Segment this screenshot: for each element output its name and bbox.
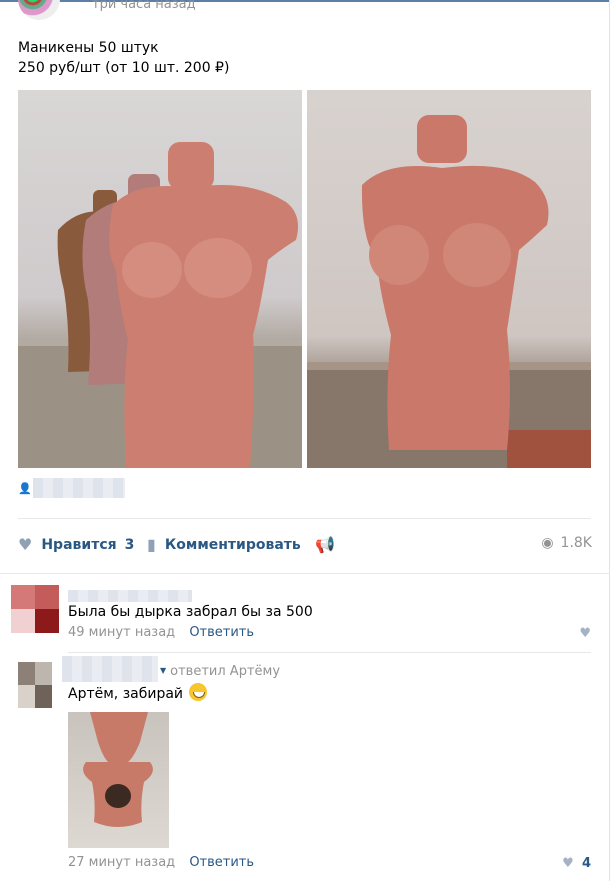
author-name-blurred[interactable] xyxy=(33,478,125,498)
comment-1-reply-button[interactable]: Ответить xyxy=(189,625,254,640)
comment-2-avatar[interactable] xyxy=(18,662,52,708)
like-count: 3 xyxy=(124,536,135,553)
post-text-line-2: 250 руб/шт (от 10 шт. 200 ₽) xyxy=(18,60,230,76)
comment-1-meta: 49 минут назад Ответить xyxy=(68,625,254,640)
heart-icon: ♥ xyxy=(18,535,33,554)
comment-2-text-body: Артём, забирай xyxy=(68,686,184,702)
comment-2-replied-to-label[interactable]: ответил Артёму xyxy=(170,664,280,679)
comment-button[interactable]: ▮ Комментировать xyxy=(147,535,301,554)
group-avatar[interactable] xyxy=(18,0,60,20)
comment-2-like-button[interactable]: ♥ 4 xyxy=(562,856,591,871)
views-counter: ◉ 1.8K xyxy=(541,535,592,551)
like-button[interactable]: ♥ Нравится 3 xyxy=(18,535,134,554)
comment-2-reply-button[interactable]: Ответить xyxy=(189,855,254,870)
post-photo-1[interactable] xyxy=(18,90,302,468)
post-divider xyxy=(18,518,591,519)
comment-2-like-count: 4 xyxy=(581,856,591,871)
comment-2-photo[interactable] xyxy=(68,712,169,848)
person-icon: 👤 xyxy=(18,482,32,495)
views-count: 1.8K xyxy=(560,535,592,551)
comment-1-avatar[interactable] xyxy=(11,585,59,633)
comment-2-replied-to: ▼ ответил Артёму xyxy=(160,664,280,679)
comment-label: Комментировать xyxy=(164,536,301,553)
heart-icon: ♥ xyxy=(579,626,591,641)
grinning-emoji-icon xyxy=(189,683,208,701)
like-label: Нравится xyxy=(41,536,117,553)
post-text-line-1: Маникены 50 штук xyxy=(18,40,159,56)
eye-icon: ◉ xyxy=(541,535,554,551)
comment-2-author-blurred[interactable] xyxy=(62,656,158,682)
comment-1-text: Была бы дырка забрал бы за 500 xyxy=(68,604,313,620)
post-photo-2[interactable] xyxy=(307,90,591,468)
comment-2-text: Артём, забирай xyxy=(68,683,208,702)
comment-1-like-button[interactable]: ♥ xyxy=(579,626,591,641)
reply-arrow-icon: ▼ xyxy=(160,666,167,675)
heart-icon: ♥ xyxy=(562,856,574,871)
comment-2-meta: 27 минут назад Ответить xyxy=(68,855,254,870)
comments-divider xyxy=(0,573,610,574)
megaphone-icon: 📢 xyxy=(315,535,335,554)
comment-2-time[interactable]: 27 минут назад xyxy=(68,855,175,870)
share-button[interactable]: 📢 xyxy=(315,535,344,554)
comment-1-time[interactable]: 49 минут назад xyxy=(68,625,175,640)
post-text: Маникены 50 штук 250 руб/шт (от 10 шт. 2… xyxy=(18,38,229,78)
comment-divider xyxy=(68,652,591,653)
post-time[interactable]: три часа назад xyxy=(92,0,196,12)
comment-icon: ▮ xyxy=(147,535,156,554)
comment-1-author-blurred[interactable] xyxy=(68,590,192,602)
